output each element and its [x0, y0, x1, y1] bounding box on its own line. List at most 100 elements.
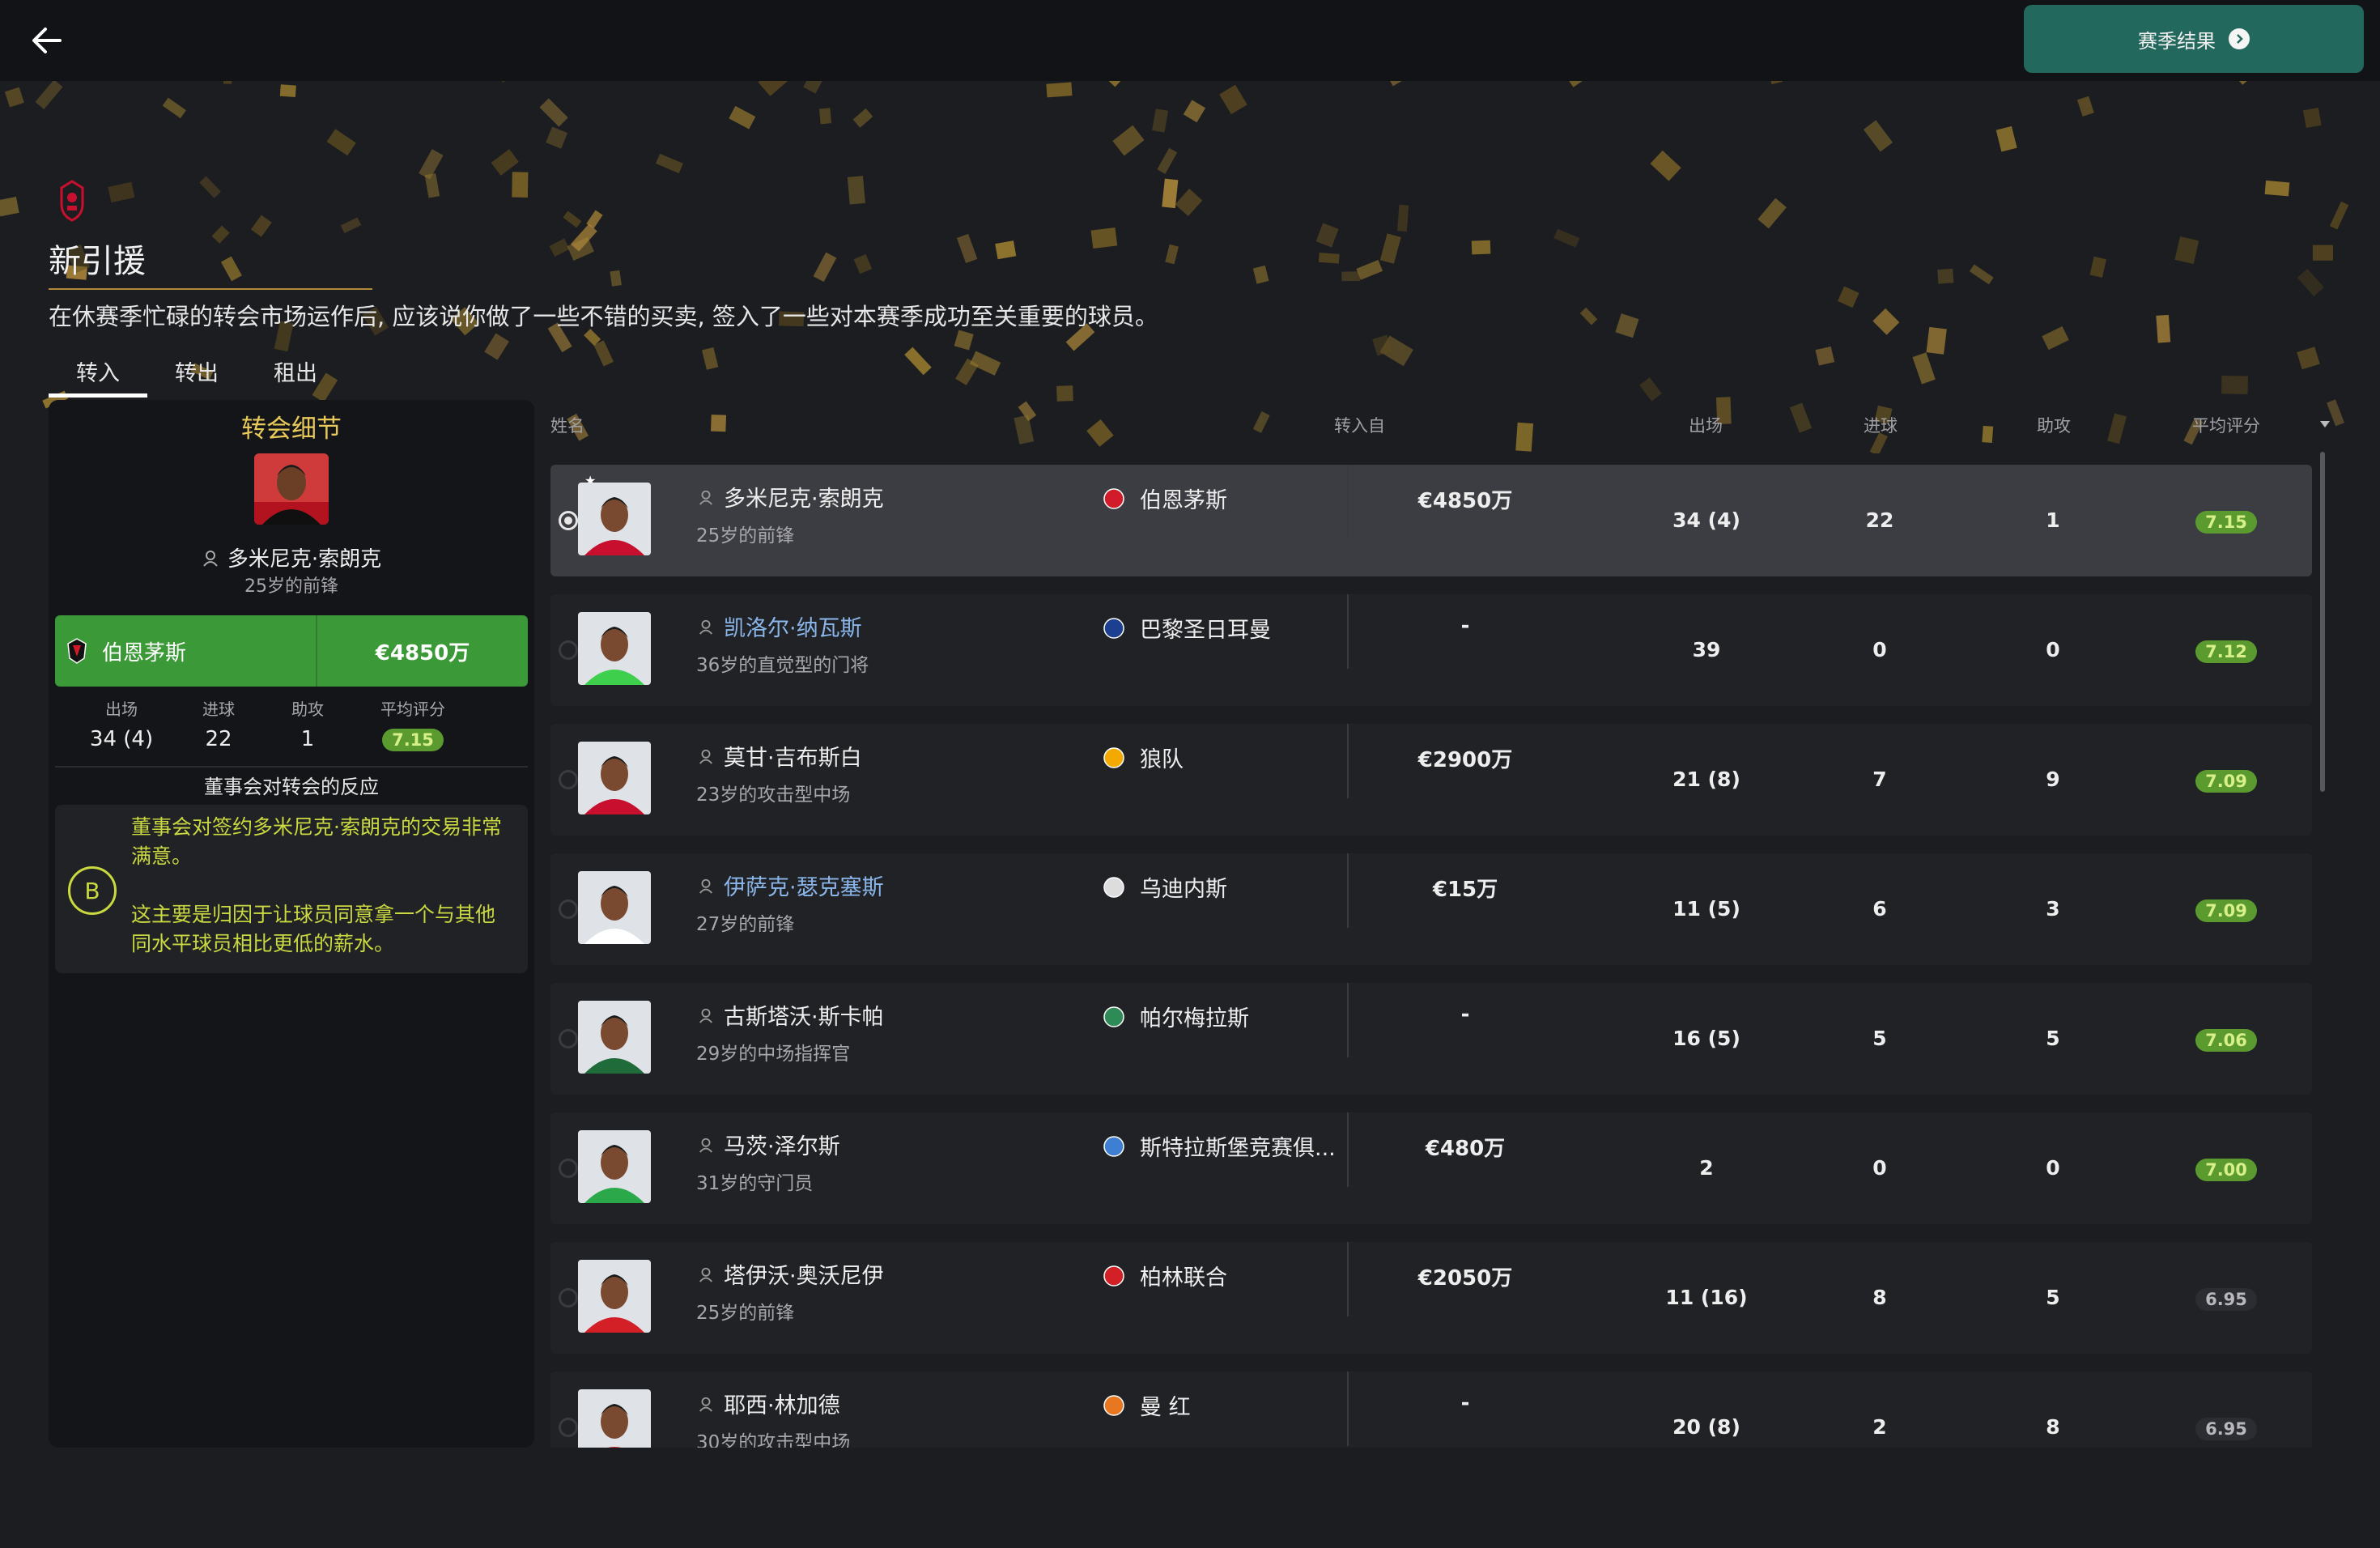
confetti-piece [1397, 204, 1409, 232]
transfer-fee: €4850万 [1417, 489, 1513, 513]
confetti-piece [279, 84, 296, 97]
confetti-piece [1837, 286, 1859, 308]
confetti-piece [1183, 100, 1206, 123]
player-name[interactable]: 凯洛尔·纳瓦斯 [698, 610, 862, 642]
col-header-rating[interactable]: 平均评分 [2192, 413, 2260, 437]
detail-rating-badge: 7.15 [382, 729, 444, 751]
confetti-piece [250, 215, 272, 237]
confetti-piece [1863, 120, 1893, 152]
detail-stat-goals: 22 [205, 727, 232, 751]
row-radio[interactable] [559, 511, 578, 530]
confetti-piece [2312, 245, 2333, 261]
confetti-piece [2174, 236, 2199, 265]
confetti-piece [546, 126, 568, 149]
table-row[interactable]: 莫甘·吉布斯白 23岁的攻击型中场 狼队 €2900万 21 (8) 7 9 7… [550, 724, 2312, 836]
assists: 3 [2046, 897, 2060, 921]
detail-stat-header-goals: 进球 [202, 700, 235, 719]
col-header-from[interactable]: 转入自 [1334, 413, 1385, 437]
player-name[interactable]: 伊萨克·瑟克塞斯 [698, 870, 884, 901]
table-row[interactable]: 耶西·林加德 30岁的攻击型中场 曼 红 - 20 (8) 2 8 6.95 [550, 1372, 2312, 1448]
confetti-piece [1046, 82, 1073, 98]
confetti-piece [1872, 308, 1900, 335]
player-photo [578, 1001, 651, 1074]
back-button[interactable] [24, 18, 70, 63]
detail-stat-header-apps: 出场 [105, 700, 138, 719]
player-photo [254, 453, 329, 525]
club-crest-icon [1103, 617, 1124, 639]
previous-club: 狼队 [1103, 742, 1184, 773]
rating-badge: 7.09 [2195, 770, 2257, 793]
assists: 5 [2046, 1286, 2060, 1309]
col-header-assists[interactable]: 助攻 [2037, 413, 2071, 437]
previous-club-name: 帕尔梅拉斯 [1140, 1006, 1249, 1031]
row-radio[interactable] [559, 899, 578, 919]
confetti-piece [491, 149, 520, 176]
detail-player-name: 多米尼克·索朗克 [49, 542, 534, 572]
player-role: 30岁的攻击型中场 [696, 1432, 851, 1448]
detail-player-role: 25岁的前锋 [244, 576, 338, 597]
col-header-goals[interactable]: 进球 [1864, 413, 1898, 437]
confetti-piece [1789, 402, 1813, 433]
confetti-piece [1926, 326, 1947, 355]
row-radio[interactable] [559, 1159, 578, 1178]
row-radio[interactable] [559, 1029, 578, 1048]
confetti-piece [326, 129, 356, 156]
player-photo [578, 742, 651, 814]
confetti-piece [512, 172, 529, 198]
confetti-piece [1014, 415, 1035, 444]
detail-club: 伯恩茅斯 [55, 615, 317, 687]
confetti-piece [2297, 347, 2320, 370]
row-radio[interactable] [559, 1418, 578, 1437]
goals: 0 [1872, 638, 1887, 661]
table-row[interactable]: 古斯塔沃·斯卡帕 29岁的中场指挥官 帕尔梅拉斯 - 16 (5) 5 5 7.… [550, 983, 2312, 1095]
previous-club-name: 乌迪内斯 [1140, 877, 1227, 902]
row-radio[interactable] [559, 1288, 578, 1308]
row-radio[interactable] [559, 770, 578, 789]
sort-down-icon[interactable] [2318, 419, 2331, 429]
top-bar: 赛季结果 [0, 0, 2380, 81]
table-row[interactable]: ★ 多米尼克·索朗克 25岁的前锋 伯恩茅斯 €4850万 34 (4) 22 … [550, 465, 2312, 576]
confetti-piece [1165, 244, 1179, 265]
confetti-piece [2297, 268, 2324, 297]
page-title: 新引援 [49, 243, 146, 280]
chevron-right-icon [2229, 28, 2250, 49]
goals: 0 [1872, 1156, 1887, 1180]
player-name-text: 塔伊沃·奥沃尼伊 [724, 1264, 884, 1289]
detail-stat-assists: 1 [300, 727, 315, 751]
tab-loans-out[interactable]: 租出 [246, 348, 345, 398]
table-row[interactable]: 马茨·泽尔斯 31岁的守门员 斯特拉斯堡竞赛俱... €480万 2 0 0 7… [550, 1112, 2312, 1224]
confetti-piece [1615, 313, 1639, 338]
player-role: 36岁的直觉型的门将 [696, 655, 869, 676]
detail-stat-header-rating: 平均评分 [380, 700, 445, 719]
table-row[interactable]: 凯洛尔·纳瓦斯 36岁的直觉型的门将 巴黎圣日耳曼 - 39 0 0 7.12 [550, 594, 2312, 706]
season-results-button[interactable]: 赛季结果 [2024, 5, 2364, 73]
col-header-apps[interactable]: 出场 [1689, 413, 1723, 437]
confetti-piece [818, 108, 831, 125]
table-row[interactable]: 伊萨克·瑟克塞斯 27岁的前锋 乌迪内斯 €15万 11 (5) 6 3 7.0… [550, 853, 2312, 965]
player-photo [578, 1389, 651, 1448]
confetti-piece [1315, 223, 1339, 248]
confetti-piece [1471, 240, 1491, 255]
tab-transfers-in[interactable]: 转入 [49, 348, 147, 398]
tab-transfers-out[interactable]: 转出 [147, 348, 246, 398]
confetti-piece [1252, 265, 1269, 284]
confetti-piece [904, 347, 932, 376]
confetti-piece [0, 197, 19, 217]
column-separator [1347, 724, 1349, 798]
scrollbar[interactable] [2320, 452, 2325, 792]
rating-badge: 7.09 [2195, 899, 2257, 922]
goals: 22 [1865, 508, 1894, 532]
column-separator [1347, 594, 1349, 669]
player-name-text: 伊萨克·瑟克塞斯 [724, 875, 884, 900]
club-crest-icon [60, 180, 84, 222]
rating-badge: 7.06 [2195, 1029, 2257, 1052]
confetti-piece [1318, 253, 1340, 264]
row-radio[interactable] [559, 640, 578, 660]
confetti-piece [1252, 411, 1270, 433]
title-underline [49, 288, 372, 290]
person-icon [203, 550, 218, 567]
previous-club: 乌迪内斯 [1103, 871, 1227, 903]
player-role: 25岁的前锋 [696, 1303, 795, 1324]
col-header-name[interactable]: 姓名 [550, 413, 584, 437]
table-row[interactable]: 塔伊沃·奥沃尼伊 25岁的前锋 柏林联合 €2050万 11 (16) 8 5 … [550, 1242, 2312, 1354]
